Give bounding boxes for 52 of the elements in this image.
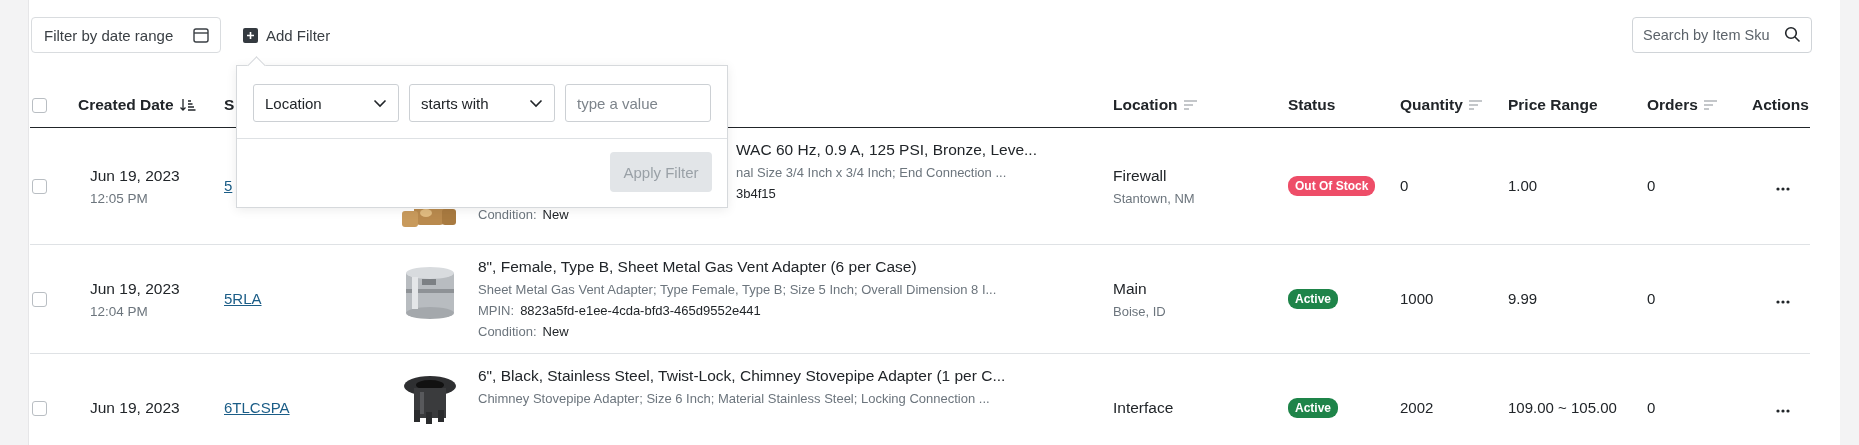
date-text: Jun 19, 2023 <box>90 279 181 298</box>
price-text: 9.99 <box>1508 290 1538 307</box>
quantity-text: 2002 <box>1400 399 1434 416</box>
status-badge: Active <box>1288 289 1339 309</box>
mpin-value: 8823a5fd-e1ee-4cda-bfd3-465d9552e441 <box>520 303 761 318</box>
city-text: Boise, ID <box>1113 303 1167 319</box>
price-text: 1.00 <box>1508 177 1538 194</box>
product-title: WAC 60 Hz, 0.9 A, 125 PSI, Bronze, Leve... <box>736 141 1037 159</box>
location-text: Firewall <box>1113 166 1168 185</box>
quantity-text: 1000 <box>1400 290 1434 307</box>
column-header[interactable]: Quantity <box>1400 96 1463 114</box>
operator-select[interactable]: starts with <box>409 84 555 122</box>
column-header[interactable]: S <box>224 96 235 114</box>
date-text: Jun 19, 2023 <box>90 399 181 417</box>
field-label: Condition: <box>478 324 537 339</box>
product-description: Sheet Metal Gas Vent Adapter; Type Female, Type B; Size 5 Inch; Overall Dimension 8 I... <box>478 282 997 297</box>
column-header[interactable]: Status <box>1288 96 1336 114</box>
city-text: Stantown, NM <box>1113 190 1196 206</box>
column-header[interactable]: Location <box>1113 96 1178 114</box>
product-title: 6", Black, Stainless Steel, Twist-Lock, Chimney Stovepipe Adapter (1 per C... <box>478 367 1006 385</box>
mpin-value: 3b4f15 <box>736 186 776 201</box>
quantity-text: 0 <box>1400 177 1409 194</box>
date-text: Jun 19, 2023 <box>90 166 181 185</box>
product-description: Chimney Stovepipe Adapter; Size 6 Inch; Material Stainless Steel; Locking Connection ... <box>478 391 990 406</box>
price-text: 109.00 ~ 105.00 <box>1508 399 1617 416</box>
column-header[interactable]: Price Range <box>1508 96 1598 114</box>
condition-value: New <box>542 324 569 339</box>
location-text: Main <box>1113 279 1148 298</box>
search-field[interactable]: Search by Item Sku <box>1632 17 1812 53</box>
sku-link[interactable]: 5 <box>224 177 233 194</box>
date-range-field[interactable]: Filter by date range <box>31 17 221 53</box>
location-text: Interface <box>1113 399 1175 417</box>
column-header[interactable]: Actions <box>1752 96 1809 114</box>
column-header[interactable]: Created Date <box>78 96 174 114</box>
product-description: nal Size 3/4 Inch x 3/4 Inch; End Connection ... <box>736 165 1007 180</box>
status-badge: Out Of Stock <box>1288 176 1376 196</box>
status-badge: Active <box>1288 398 1339 418</box>
field-label: Condition: <box>478 207 537 222</box>
product-title: 8", Female, Type B, Sheet Metal Gas Vent Adapter (6 per Case) <box>478 258 917 276</box>
add-filter-button[interactable]: Add Filter <box>243 26 331 44</box>
value-field[interactable]: type a value <box>565 84 711 122</box>
condition-value: New <box>542 207 569 222</box>
sku-link[interactable]: 6TLCSPA <box>224 399 290 416</box>
field-label: MPIN: <box>478 303 515 318</box>
time-text: 12:04 PM <box>90 303 149 319</box>
column-header[interactable]: Orders <box>1647 96 1698 114</box>
time-text: 12:05 PM <box>90 190 149 206</box>
orders-text: 0 <box>1647 177 1656 194</box>
field-select[interactable]: Location <box>253 84 399 122</box>
orders-text: 0 <box>1647 399 1656 416</box>
sku-link[interactable]: 5RLA <box>224 290 262 307</box>
orders-text: 0 <box>1647 290 1656 307</box>
